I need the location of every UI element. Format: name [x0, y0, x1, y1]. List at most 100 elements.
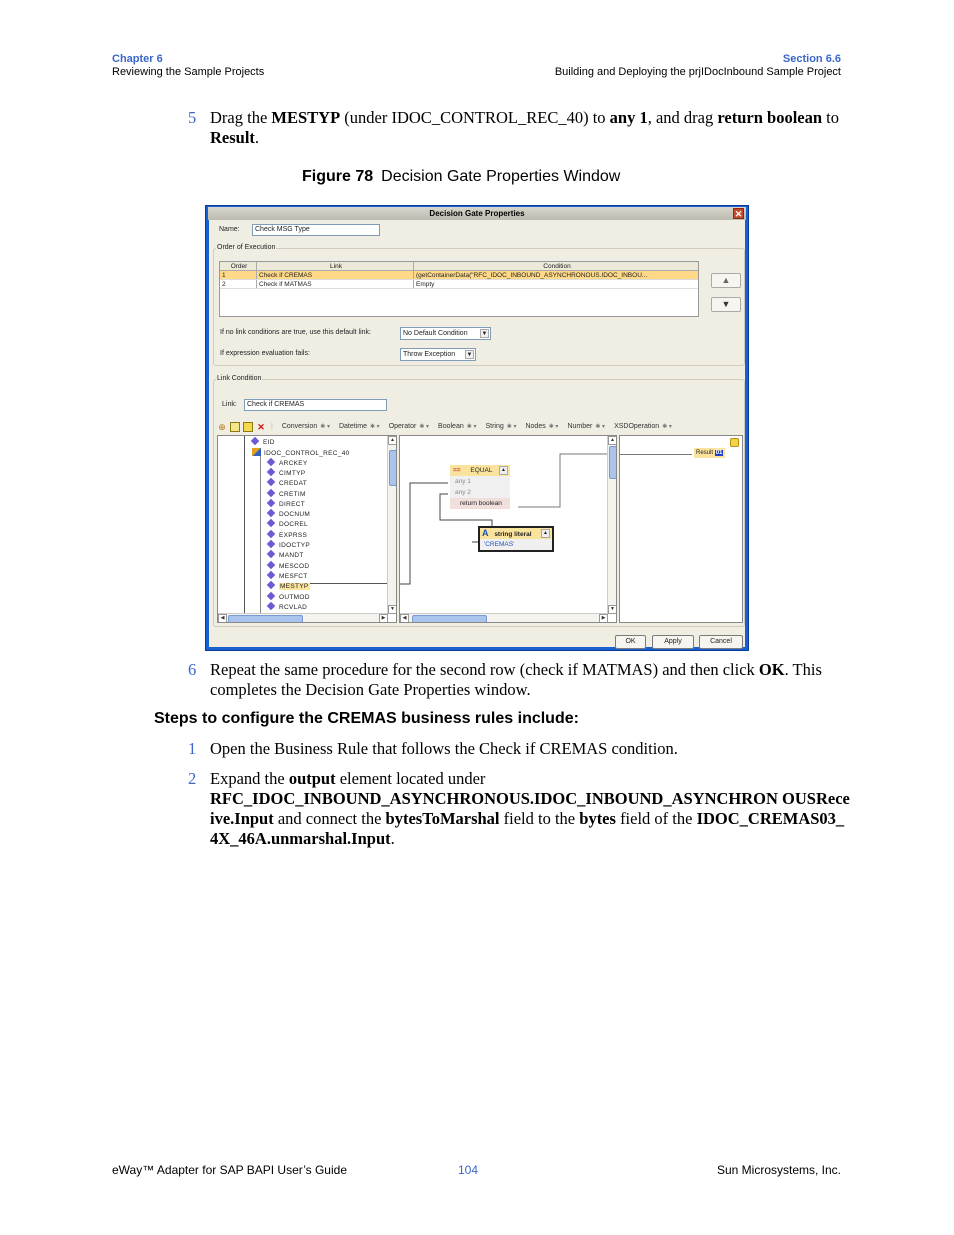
add-node-icon[interactable]: ⊕ [217, 422, 227, 432]
tree-node[interactable]: ARCKEY [266, 457, 308, 468]
figure-title: Decision Gate Properties Window [381, 168, 621, 185]
tree-node[interactable]: MANDT [266, 550, 304, 560]
apply-button[interactable]: Apply [652, 635, 694, 649]
element-icon [266, 570, 276, 580]
scroll-up-button[interactable]: ▲ [388, 436, 396, 445]
output-return-boolean[interactable]: return boolean [450, 498, 510, 509]
decision-gate-dialog: Decision Gate Properties ✕ Name: Check M… [205, 205, 749, 651]
tree-horizontal-scrollbar[interactable]: ◀ ▶ [218, 613, 388, 622]
tree-node[interactable]: MESFCT [266, 570, 308, 581]
tree-node[interactable]: OUTMOD [266, 591, 310, 602]
column-header-condition[interactable]: Condition [414, 262, 698, 270]
tree-node[interactable]: MESCOD [266, 560, 309, 571]
tree-node[interactable]: MESTYP [266, 580, 310, 591]
tree-node-label: CRETIM [279, 490, 306, 498]
element-icon [266, 539, 276, 549]
tree-node[interactable]: IDOC_CONTROL_REC_40 [252, 448, 350, 458]
result-label: Result [696, 450, 714, 456]
scroll-thumb[interactable] [228, 615, 303, 622]
scroll-right-button[interactable]: ▶ [599, 614, 608, 622]
scroll-thumb[interactable] [609, 446, 616, 479]
move-down-button[interactable]: ▼ [711, 297, 741, 312]
page-header-right: Section 6.6 Building and Deploying the p… [555, 53, 841, 79]
input-any-2[interactable]: any 2 [450, 487, 510, 498]
tree-node[interactable]: CREDAT [266, 477, 307, 488]
scroll-thumb[interactable] [412, 615, 487, 622]
mapping-canvas[interactable]: == EQUAL ▲ any 1 any 2 return boolean A … [399, 435, 617, 623]
collapse-node-icon[interactable]: ▲ [499, 466, 508, 475]
tree-vertical-scrollbar[interactable]: ▲ ▼ [387, 436, 396, 614]
menu-number[interactable]: Number ✱ ▾ [567, 421, 605, 433]
tree-node-label: ARCKEY [279, 459, 308, 467]
default-link-select[interactable]: No Default Condition ▼ [400, 327, 491, 340]
collapse-node-icon[interactable]: ▲ [541, 529, 550, 538]
delete-icon[interactable]: ✕ [256, 422, 266, 432]
result-node[interactable]: Result 01 [694, 448, 726, 458]
tree-node[interactable]: IDOCTYP [266, 539, 310, 550]
tree-node[interactable]: EID [250, 436, 275, 447]
column-header-link[interactable]: Link [257, 262, 414, 270]
tree-node[interactable]: CIMTYP [266, 467, 305, 478]
row-link: Check if CREMAS [257, 271, 414, 279]
dialog-title: Decision Gate Properties [429, 209, 525, 218]
cancel-button[interactable]: Cancel [699, 635, 743, 649]
tree-node[interactable]: EXPRSS [266, 529, 307, 540]
input-any-1[interactable]: any 1 [450, 476, 510, 487]
step-text: Drag the MESTYP (under IDOC_CONTROL_REC_… [210, 108, 839, 147]
menu-operator[interactable]: Operator ✱ ▾ [389, 421, 429, 433]
scroll-up-button[interactable]: ▲ [608, 436, 616, 445]
tree-node-label: MESTYP [279, 583, 310, 591]
dialog-body: Name: Check MSG Type Order of Execution … [209, 220, 745, 649]
tree-node[interactable]: CRETIM [266, 488, 306, 499]
menu-xsdoperation[interactable]: XSDOperation ✱ ▾ [614, 421, 672, 433]
ok-button[interactable]: OK [615, 635, 646, 649]
table-row[interactable]: 2 Check if MATMAS Empty [220, 280, 698, 289]
order-group-label: Order of Execution [216, 244, 277, 251]
close-icon[interactable]: ✕ [733, 208, 744, 219]
string-literal-value[interactable]: 'CREMAS' [480, 539, 552, 550]
canvas-vertical-scrollbar[interactable]: ▲ ▼ [607, 436, 616, 614]
step-number: 6 [188, 660, 197, 679]
scroll-left-button[interactable]: ◀ [218, 614, 227, 622]
collapse-icon[interactable] [230, 422, 240, 432]
scroll-thumb[interactable] [389, 450, 396, 486]
table-row[interactable]: 1 Check if CREMAS (getContainerData("RFC… [220, 271, 698, 280]
element-icon [266, 591, 276, 600]
link-condition-group-label: Link Condition [216, 375, 263, 382]
row-condition: Empty [416, 281, 435, 288]
menu-datetime[interactable]: Datetime ✱ ▾ [339, 421, 380, 433]
name-input[interactable]: Check MSG Type [252, 224, 380, 236]
eval-fail-select[interactable]: Throw Exception ▼ [400, 348, 476, 361]
scroll-right-button[interactable]: ▶ [379, 614, 388, 622]
element-icon [266, 580, 276, 590]
canvas-horizontal-scrollbar[interactable]: ◀ ▶ [400, 613, 608, 622]
tree-node[interactable]: DOCREL [266, 519, 308, 529]
menu-nodes[interactable]: Nodes ✱ ▾ [525, 421, 558, 433]
menu-boolean[interactable]: Boolean ✱ ▾ [438, 421, 476, 433]
row-order: 2 [220, 280, 257, 288]
string-literal-header: A string literal ▲ [480, 528, 552, 539]
tree-node[interactable]: DIRECT [266, 498, 305, 509]
default-link-value: No Default Condition [403, 330, 468, 337]
arrow-up-icon: ▲ [721, 275, 731, 285]
page-header-left: Chapter 6 Reviewing the Sample Projects [112, 53, 264, 79]
move-up-button[interactable]: ▲ [711, 273, 741, 288]
scroll-left-button[interactable]: ◀ [400, 614, 409, 622]
string-literal-node[interactable]: A string literal ▲ 'CREMAS' [478, 526, 554, 552]
tree-node[interactable]: RCVLAD [266, 601, 307, 612]
destination-tree-pane: Result 01 [619, 435, 743, 623]
step-text: Repeat the same procedure for the second… [210, 660, 822, 699]
boolean-type-icon: 01 [714, 450, 724, 456]
equal-node-header: == EQUAL ▲ [450, 465, 510, 476]
expand-icon[interactable] [243, 422, 253, 432]
step-number: 2 [188, 769, 197, 788]
menu-conversion[interactable]: Conversion ✱ ▾ [282, 421, 330, 433]
tree-node[interactable]: DOCNUM [266, 508, 310, 519]
link-input[interactable]: Check if CREMAS [244, 399, 387, 411]
scroll-down-button[interactable]: ▼ [608, 605, 616, 614]
menu-string[interactable]: String ✱ ▾ [485, 421, 516, 433]
equal-operator-node[interactable]: == EQUAL ▲ any 1 any 2 return boolean [450, 465, 510, 509]
element-icon [266, 488, 276, 497]
scroll-down-button[interactable]: ▼ [388, 605, 396, 614]
column-header-order[interactable]: Order [220, 262, 257, 270]
